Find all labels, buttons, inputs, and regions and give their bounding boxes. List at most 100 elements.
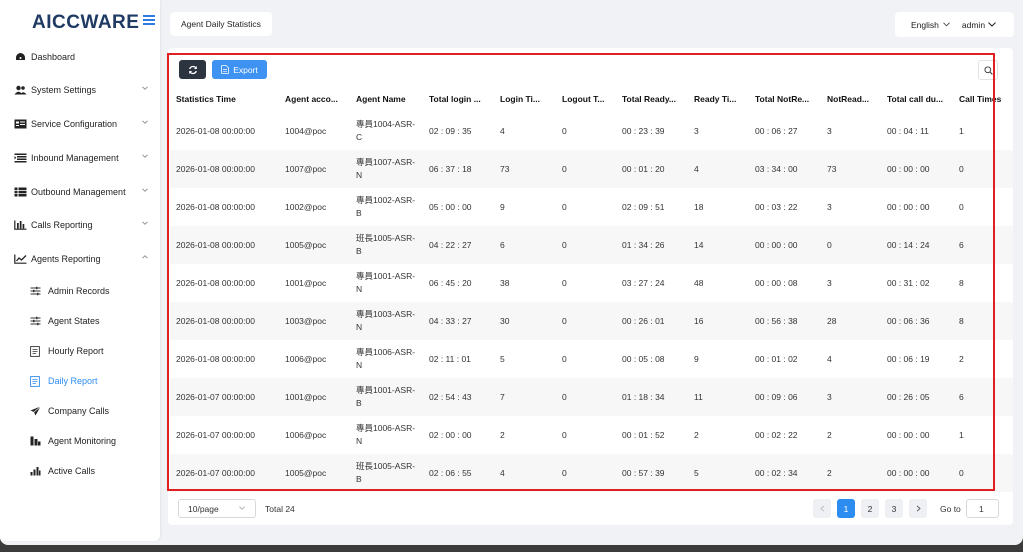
- table-cell: 1002@poc: [285, 202, 327, 212]
- sidebar-subitem-label: Active Calls: [48, 466, 96, 476]
- sidebar-subitem-agent-monitoring[interactable]: Agent Monitoring: [0, 430, 160, 452]
- sidebar-item-service-configuration[interactable]: Service Configuration: [0, 112, 160, 136]
- monitor-icon: [29, 435, 41, 447]
- table-cell: 1006@poc: [285, 430, 327, 440]
- table-cell: 0: [562, 240, 567, 250]
- column-header[interactable]: Total Ready...: [622, 86, 684, 112]
- table-cell: 0: [562, 392, 567, 402]
- column-header[interactable]: Agent acco...: [285, 86, 347, 112]
- table-cell: 6: [959, 240, 964, 250]
- table-cell: 00 : 09 : 06: [755, 392, 798, 402]
- table-cell: 專員1006-ASR-N: [356, 423, 416, 446]
- column-header[interactable]: Ready Ti...: [694, 86, 749, 112]
- table-cell: 00 : 01 : 20: [622, 164, 665, 174]
- chevron-down-icon: [142, 188, 148, 192]
- table-cell: 2: [827, 430, 832, 440]
- table-row: 2026-01-08 00:00:00 1003@poc 專員1003-ASR-N 0…: [170, 302, 1013, 340]
- column-header[interactable]: Statistics Time: [176, 86, 236, 112]
- table-cell: 8: [959, 278, 964, 288]
- export-label: Export: [233, 64, 258, 75]
- sidebar-subitem-company-calls[interactable]: Company Calls: [0, 400, 160, 422]
- column-header[interactable]: Agent Name: [356, 86, 406, 112]
- sidebar-item-inbound-management[interactable]: Inbound Management: [0, 146, 160, 170]
- table-cell: 00 : 31 : 02: [887, 278, 930, 288]
- sidebar-subitem-hourly-report[interactable]: Hourly Report: [0, 340, 160, 362]
- refresh-button[interactable]: [179, 60, 206, 79]
- table-cell: 00 : 00 : 00: [887, 430, 930, 440]
- table-cell: 4: [500, 468, 505, 478]
- chevron-down-icon: [988, 22, 996, 27]
- table-cell: 3: [827, 202, 832, 212]
- sidebar-subitem-agent-states[interactable]: Agent States: [0, 310, 160, 332]
- export-button[interactable]: Export: [212, 60, 267, 79]
- menu-toggle-icon[interactable]: [143, 15, 155, 26]
- table-cell: 0: [562, 354, 567, 364]
- chevron-up-icon: [142, 255, 148, 259]
- table-cell: 6: [500, 240, 505, 250]
- page-button-3[interactable]: 3: [885, 499, 903, 518]
- username-label: admin: [961, 19, 986, 30]
- file-icon: [221, 65, 230, 74]
- sidebar-subitem-active-calls[interactable]: Active Calls: [0, 460, 160, 482]
- sidebar-subitem-label: Daily Report: [48, 376, 98, 386]
- table-cell: 00 : 01 : 52: [622, 430, 665, 440]
- table-cell: 02 : 09 : 51: [622, 202, 665, 212]
- page-button-1[interactable]: 1: [837, 499, 855, 518]
- language-label: English: [911, 19, 939, 30]
- table-cell: 05 : 00 : 00: [429, 202, 472, 212]
- column-header[interactable]: Logout T...: [562, 86, 614, 112]
- sidebar-item-system-settings[interactable]: System Settings: [0, 78, 160, 102]
- report-icon: [29, 375, 41, 387]
- user-menu[interactable]: admin: [962, 20, 996, 30]
- sidebar-item-label: Calls Reporting: [31, 220, 93, 230]
- search-button[interactable]: [978, 60, 998, 80]
- table-cell: 班長1005-ASR-B: [356, 461, 416, 484]
- page-size-value: 10/page: [188, 503, 219, 514]
- sidebar-item-outbound-management[interactable]: Outbound Management: [0, 180, 160, 204]
- table-cell: 16: [694, 316, 704, 326]
- table-row: 2026-01-08 00:00:00 1002@poc 專員1002-ASR-B 0…: [170, 188, 1013, 226]
- page-button-2[interactable]: 2: [861, 499, 879, 518]
- table-cell: 00 : 56 : 38: [755, 316, 798, 326]
- table-cell: 02 : 06 : 55: [429, 468, 472, 478]
- table-cell: 00 : 26 : 01: [622, 316, 665, 326]
- sidebar-item-dashboard[interactable]: Dashboard: [0, 45, 160, 69]
- sidebar-subitem-daily-report[interactable]: Daily Report: [0, 370, 160, 392]
- outbound-icon: [13, 186, 27, 198]
- table-cell: 專員1001-ASR-B: [356, 385, 416, 408]
- tab-agent-daily-statistics[interactable]: Agent Daily Statistics: [170, 12, 272, 36]
- sliders-icon: [29, 315, 41, 327]
- table-cell: 6: [959, 392, 964, 402]
- page-size-select[interactable]: 10/page: [178, 499, 256, 518]
- chevron-down-icon: [943, 22, 950, 27]
- goto-page-input[interactable]: 1: [966, 499, 999, 518]
- column-header[interactable]: Total NotRe...: [755, 86, 821, 112]
- table-cell: 9: [500, 202, 505, 212]
- sidebar-subitem-admin-records[interactable]: Admin Records: [0, 280, 160, 302]
- language-selector[interactable]: English: [911, 20, 950, 30]
- table-cell: 00 : 00 : 00: [755, 240, 798, 250]
- chevron-right-icon: [916, 505, 921, 512]
- column-header[interactable]: Login Ti...: [500, 86, 555, 112]
- table-cell: 06 : 45 : 20: [429, 278, 472, 288]
- table-cell: 00 : 57 : 39: [622, 468, 665, 478]
- table-cell: 4: [500, 126, 505, 136]
- next-page-button[interactable]: [909, 499, 927, 518]
- column-header[interactable]: NotRead...: [827, 86, 881, 112]
- table-cell: 14: [694, 240, 704, 250]
- table-cell: 02 : 54 : 43: [429, 392, 472, 402]
- column-header[interactable]: Total call du...: [887, 86, 952, 112]
- table-cell: 02 : 09 : 35: [429, 126, 472, 136]
- table-cell: 專員1003-ASR-N: [356, 309, 416, 332]
- column-header[interactable]: Call Times: [959, 86, 1001, 112]
- table-cell: 00 : 06 : 36: [887, 316, 930, 326]
- table-cell: 8: [959, 316, 964, 326]
- table-row: 2026-01-08 00:00:00 1007@poc 專員1007-ASR-N 0…: [170, 150, 1013, 188]
- prev-page-button[interactable]: [813, 499, 831, 518]
- column-header[interactable]: Total login ...: [429, 86, 491, 112]
- sidebar-item-calls-reporting[interactable]: Calls Reporting: [0, 213, 160, 237]
- line-chart-icon: [13, 253, 27, 265]
- sidebar-item-agents-reporting[interactable]: Agents Reporting: [0, 247, 160, 271]
- logo-row: AICCWARE: [0, 0, 160, 42]
- table-cell: 03 : 27 : 24: [622, 278, 665, 288]
